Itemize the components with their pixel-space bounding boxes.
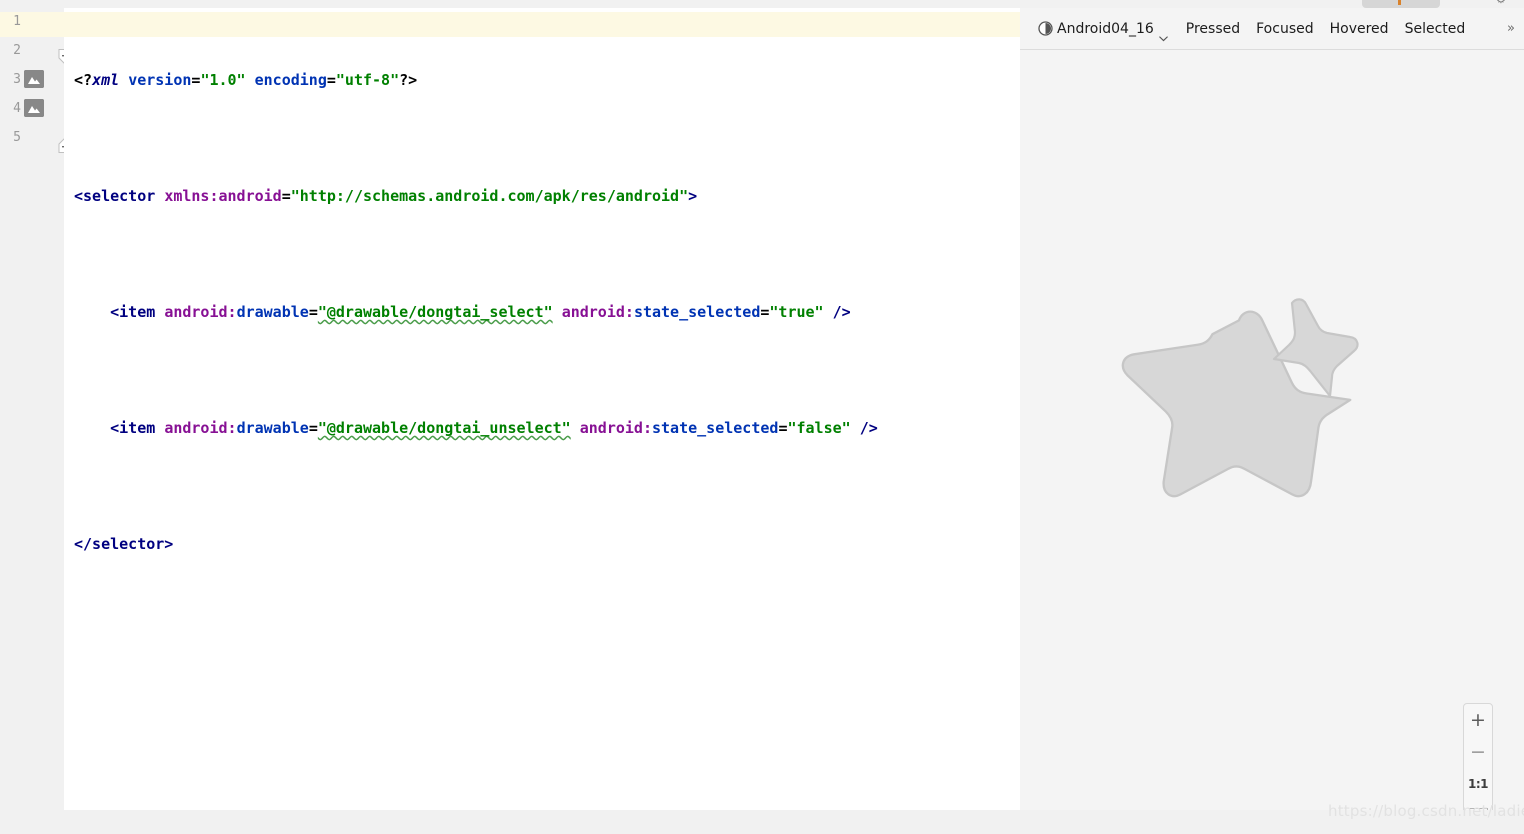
token-attr-version: version <box>128 71 192 89</box>
toolbar-overflow-button[interactable]: » <box>1507 21 1515 36</box>
token-tag-selector-close: </selector> <box>74 535 174 553</box>
top-toolbar-sliver: ⚙ <box>0 0 1524 8</box>
zoom-in-button[interactable]: + <box>1464 704 1492 736</box>
gutter-row: 5 <box>0 124 64 153</box>
code-line-2: <selector xmlns:android="http://schemas.… <box>74 182 878 211</box>
code-line-5: </selector> <box>74 530 878 559</box>
gutter-row: 3 <box>0 66 64 95</box>
zoom-out-button[interactable]: − <box>1464 736 1492 768</box>
token-attr-state-selected: state_selected <box>633 303 761 321</box>
token-decl-open: <? <box>74 71 93 89</box>
state-tabs: Pressed Focused Hovered Selected <box>1186 21 1466 37</box>
line-number: 4 <box>13 101 21 116</box>
token-attr-drawable: drawable <box>236 419 309 437</box>
image-preview-icon[interactable] <box>24 70 44 88</box>
preview-canvas[interactable]: + − 1:1 <box>1020 50 1524 810</box>
token-val-drawable-unselect: "@drawable/dongtai_unselect" <box>317 419 571 437</box>
token-ns-android: android: <box>561 303 634 321</box>
token-attr-encoding: encoding <box>254 71 327 89</box>
token-eq: = <box>308 419 318 437</box>
gutter-row: 1 <box>0 8 64 37</box>
chevron-down-icon[interactable] <box>1158 27 1168 42</box>
code-editor[interactable]: 1 2 3 4 5 <?xml version="1.0" encoding="… <box>0 8 1020 810</box>
line-number: 1 <box>13 14 21 29</box>
token-eq: = <box>326 71 336 89</box>
bottom-status-strip <box>0 810 1524 834</box>
zoom-controls[interactable]: + − 1:1 <box>1463 703 1493 810</box>
token-selfclose: /> <box>832 303 851 321</box>
token-attr-drawable: drawable <box>236 303 309 321</box>
drawable-preview-panel: Android04_16 Pressed Focused Hovered Sel… <box>1020 8 1524 810</box>
token-tag-item: <item <box>110 303 156 321</box>
token-eq: = <box>308 303 318 321</box>
contrast-circle-icon <box>1038 21 1053 36</box>
token-gt: > <box>688 187 698 205</box>
source-code[interactable]: <?xml version="1.0" encoding="utf-8"?> <… <box>74 8 878 617</box>
token-ns-android: android: <box>579 419 652 437</box>
actual-size-button[interactable]: 1:1 <box>1464 768 1492 800</box>
preview-toolbar: Android04_16 Pressed Focused Hovered Sel… <box>1020 8 1524 50</box>
code-line-3: <item android:drawable="@drawable/dongta… <box>74 298 878 327</box>
tab-selected[interactable]: Selected <box>1405 21 1466 37</box>
toolbar-run-pill[interactable] <box>1362 0 1440 8</box>
code-line-1: <?xml version="1.0" encoding="utf-8"?> <box>74 66 878 95</box>
line-number: 3 <box>13 72 21 87</box>
tab-hovered[interactable]: Hovered <box>1330 21 1389 37</box>
editor-gutter[interactable]: 1 2 3 4 5 <box>0 8 71 810</box>
token-tag-selector-open: <selector <box>74 187 156 205</box>
token-ns-android: android: <box>164 419 237 437</box>
gutter-row: 4 <box>0 95 64 124</box>
line-number: 5 <box>13 130 21 145</box>
token-val-false: "false" <box>787 419 851 437</box>
token-tag-item: <item <box>110 419 156 437</box>
token-val-xmlns: "http://schemas.android.com/apk/res/andr… <box>290 187 689 205</box>
ide-window: ⚙ 1 2 3 <box>0 0 1524 834</box>
token-decl-name: xml <box>92 71 120 89</box>
gear-icon[interactable]: ⚙ <box>1496 0 1506 5</box>
token-attr-xmlns: xmlns:android <box>164 187 282 205</box>
device-selector[interactable]: Android04_16 <box>1038 20 1168 42</box>
token-val-version: "1.0" <box>200 71 246 89</box>
watermark-text: https://blog.csdn.net/ladiez <box>1328 802 1524 820</box>
token-attr-state-selected: state_selected <box>652 419 779 437</box>
token-selfclose: /> <box>859 419 878 437</box>
line-number: 2 <box>13 43 21 58</box>
gutter-row: 2 <box>0 37 64 66</box>
token-decl-close: ?> <box>399 71 418 89</box>
image-preview-icon[interactable] <box>24 99 44 117</box>
gutter-rows: 1 2 3 4 5 <box>0 8 64 153</box>
token-eq: = <box>281 187 291 205</box>
token-val-true: "true" <box>769 303 824 321</box>
token-ns-android: android: <box>164 303 237 321</box>
editor-code-area[interactable]: <?xml version="1.0" encoding="utf-8"?> <… <box>64 8 1020 810</box>
token-val-encoding: "utf-8" <box>335 71 400 89</box>
device-name-label: Android04_16 <box>1057 20 1154 37</box>
token-val-drawable-select: "@drawable/dongtai_select" <box>317 303 553 321</box>
tab-pressed[interactable]: Pressed <box>1186 21 1240 37</box>
code-line-4: <item android:drawable="@drawable/dongta… <box>74 414 878 443</box>
tab-focused[interactable]: Focused <box>1256 21 1313 37</box>
toolbar-pill-indicator <box>1398 0 1401 5</box>
drawable-star-graphic <box>1106 278 1406 568</box>
